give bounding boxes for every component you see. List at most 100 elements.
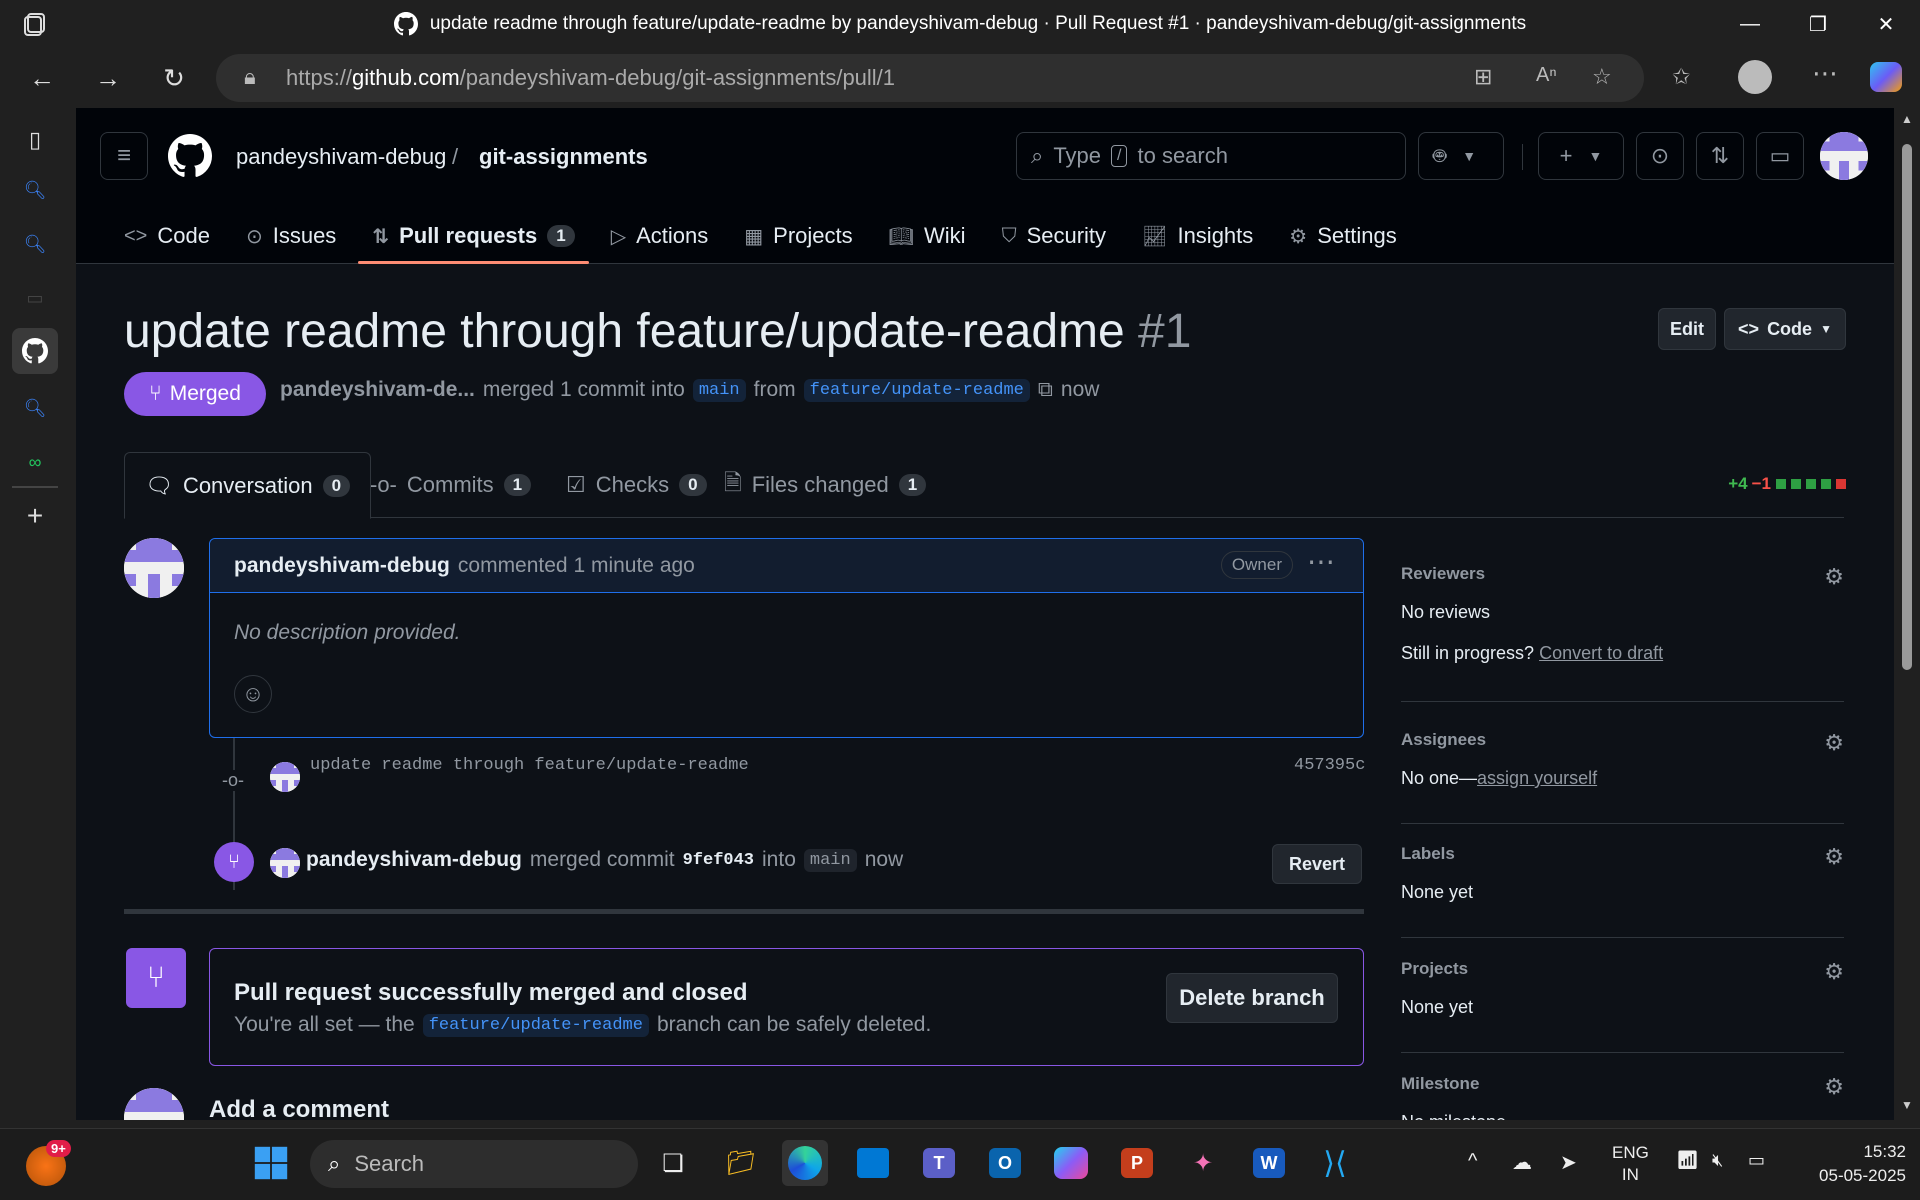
lock-icon[interactable]: 🔒︎ [244, 64, 256, 90]
merge-branch[interactable]: main [803, 848, 857, 872]
tab-issues[interactable]: ⊙ Issues [228, 208, 354, 264]
gear-icon[interactable]: ⚙ [1824, 730, 1844, 756]
task-view-icon[interactable]: ❏ [650, 1140, 696, 1186]
search-tab-icon[interactable]: 🔍︎ [17, 390, 53, 426]
comment-avatar[interactable] [124, 538, 184, 598]
clock[interactable]: 15:32 05-05-2025 [1790, 1140, 1906, 1188]
add-icon[interactable]: + [17, 498, 53, 534]
tab-insights[interactable]: 📈︎ Insights [1124, 208, 1271, 264]
assignees-heading[interactable]: Assignees [1401, 730, 1844, 750]
issues-icon[interactable]: ⊙ [1636, 132, 1684, 180]
snipping-tool-icon[interactable]: ✦ [1180, 1140, 1226, 1186]
convert-to-draft-link[interactable]: Convert to draft [1539, 643, 1663, 663]
tab-wiki[interactable]: 📖︎ Wiki [871, 208, 984, 264]
tab-settings[interactable]: ⚙ Settings [1271, 208, 1414, 264]
read-aloud-icon[interactable]: A͏ⁿ [1536, 64, 1557, 87]
tab-security[interactable]: ⛉ Security [984, 208, 1124, 264]
tab-actions-icon[interactable]: ▯ [17, 122, 53, 158]
scroll-up-icon[interactable]: ▲ [1901, 112, 1913, 126]
base-branch[interactable]: main [692, 378, 746, 402]
microsoft-store-icon[interactable] [850, 1140, 896, 1186]
workspaces-icon[interactable] [22, 10, 50, 38]
location-icon[interactable]: ➤ [1560, 1150, 1577, 1175]
commit-message[interactable]: update readme through feature/update-rea… [310, 756, 749, 775]
comment-author[interactable]: pandeyshivam-debug [234, 554, 450, 578]
teams-icon[interactable]: T [916, 1140, 962, 1186]
user-avatar[interactable] [1820, 132, 1868, 180]
back-icon[interactable]: ← [22, 58, 62, 98]
tab-projects[interactable]: ▦ Projects [726, 208, 870, 264]
merge-sha[interactable]: 9fef043 [683, 851, 754, 870]
tab-checks[interactable]: ☑ Checks 0 [546, 452, 727, 518]
file-explorer-icon[interactable]: 📁︎ [718, 1140, 764, 1186]
smiley-icon[interactable]: ☺ [234, 675, 272, 713]
forward-icon[interactable]: → [88, 58, 128, 98]
tab-actions[interactable]: ▷ Actions [593, 208, 727, 264]
projects-heading[interactable]: Projects [1401, 959, 1844, 979]
word-icon[interactable]: W [1246, 1140, 1292, 1186]
commit-avatar[interactable] [270, 762, 300, 792]
inbox-icon[interactable]: ▭ [1756, 132, 1804, 180]
language-indicator[interactable]: ENG IN [1612, 1142, 1649, 1186]
more-menu-icon[interactable]: ⋯ [1812, 58, 1838, 89]
hamburger-menu-icon[interactable]: ≡ [100, 132, 148, 180]
onedrive-icon[interactable]: ☁ [1512, 1150, 1532, 1175]
labels-heading[interactable]: Labels [1401, 844, 1844, 864]
taskbar-search[interactable]: ⌕ Search [310, 1140, 638, 1188]
tab-code[interactable]: <> Code [106, 208, 228, 264]
minimize-icon[interactable]: — [1716, 0, 1784, 48]
tab-thumbnail-icon[interactable]: ▭ [17, 280, 53, 316]
copilot-button[interactable]: 🤖︎ ▼ [1418, 132, 1504, 180]
tab-pull-requests[interactable]: ⇅ Pull requests 1 [354, 208, 592, 264]
gear-icon[interactable]: ⚙ [1824, 844, 1844, 870]
windows-start-icon[interactable] [248, 1140, 294, 1186]
reviewers-heading[interactable]: Reviewers [1401, 564, 1844, 584]
add-comment-avatar[interactable] [124, 1088, 184, 1120]
wifi-icon[interactable]: 📶︎ [1676, 1150, 1699, 1171]
refresh-icon[interactable]: ↻ [154, 58, 194, 98]
app-available-icon[interactable]: ⊞ [1474, 64, 1492, 90]
github-logo-icon[interactable] [168, 134, 212, 178]
restore-icon[interactable]: ❐ [1784, 0, 1852, 48]
tab-files-changed[interactable]: 🗎︎ Files changed 1 [704, 452, 946, 518]
delete-branch-button[interactable]: Delete branch [1166, 973, 1338, 1023]
search-input[interactable]: ⌕ Type / to search [1016, 132, 1406, 180]
repo-name-link[interactable]: git-assignments [479, 144, 648, 170]
scroll-down-icon[interactable]: ▼ [1901, 1098, 1913, 1112]
repo-owner-link[interactable]: pandeyshivam-debug [236, 144, 446, 170]
tab-favicon-icon[interactable]: ∞ [17, 444, 53, 480]
show-hidden-icons-icon[interactable]: ^ [1468, 1150, 1477, 1173]
volume-muted-icon[interactable]: 🔇︎ [1712, 1150, 1723, 1171]
close-icon[interactable]: ✕ [1852, 0, 1920, 48]
scrollbar-thumb[interactable] [1902, 144, 1912, 670]
copilot-icon[interactable] [1870, 62, 1902, 92]
address-bar[interactable]: https://github.com/pandeyshivam-debug/gi… [216, 54, 1644, 102]
merged-branch[interactable]: feature/update-readme [422, 1013, 649, 1037]
tab-conversation[interactable]: 🗨︎ Conversation 0 [124, 452, 372, 519]
create-new-button[interactable]: + ▼ [1538, 132, 1624, 180]
revert-button[interactable]: Revert [1272, 844, 1362, 884]
head-branch[interactable]: feature/update-readme [803, 378, 1030, 402]
scrollbar[interactable]: ▲ ▼ [1894, 108, 1920, 1120]
author-link[interactable]: pandeyshivam-de... [280, 378, 475, 402]
merge-actor[interactable]: pandeyshivam-debug [306, 848, 522, 872]
gear-icon[interactable]: ⚙ [1824, 959, 1844, 985]
vscode-icon[interactable]: ⟩⟨ [1312, 1140, 1358, 1186]
gear-icon[interactable]: ⚙ [1824, 1074, 1844, 1100]
code-dropdown-button[interactable]: <> Code ▼ [1724, 308, 1846, 350]
milestone-heading[interactable]: Milestone [1401, 1074, 1844, 1094]
tab-commits[interactable]: -o- Commits 1 [350, 452, 551, 518]
github-tab-icon[interactable] [12, 328, 58, 374]
powerpoint-icon[interactable]: P [1114, 1140, 1160, 1186]
assign-yourself-link[interactable]: assign yourself [1477, 768, 1597, 788]
m365-icon[interactable] [1048, 1140, 1094, 1186]
kebab-menu-icon[interactable]: ⋯ [1307, 545, 1335, 578]
commit-sha[interactable]: 457395c [1294, 756, 1365, 775]
profile-icon[interactable] [1738, 60, 1772, 94]
favorites-icon[interactable]: ✩ [1672, 64, 1690, 90]
outlook-icon[interactable]: O [982, 1140, 1028, 1186]
copy-icon[interactable]: ⧉ [1038, 378, 1053, 402]
edge-browser-icon[interactable] [782, 1140, 828, 1186]
gear-icon[interactable]: ⚙ [1824, 564, 1844, 590]
merge-avatar[interactable] [270, 848, 300, 878]
